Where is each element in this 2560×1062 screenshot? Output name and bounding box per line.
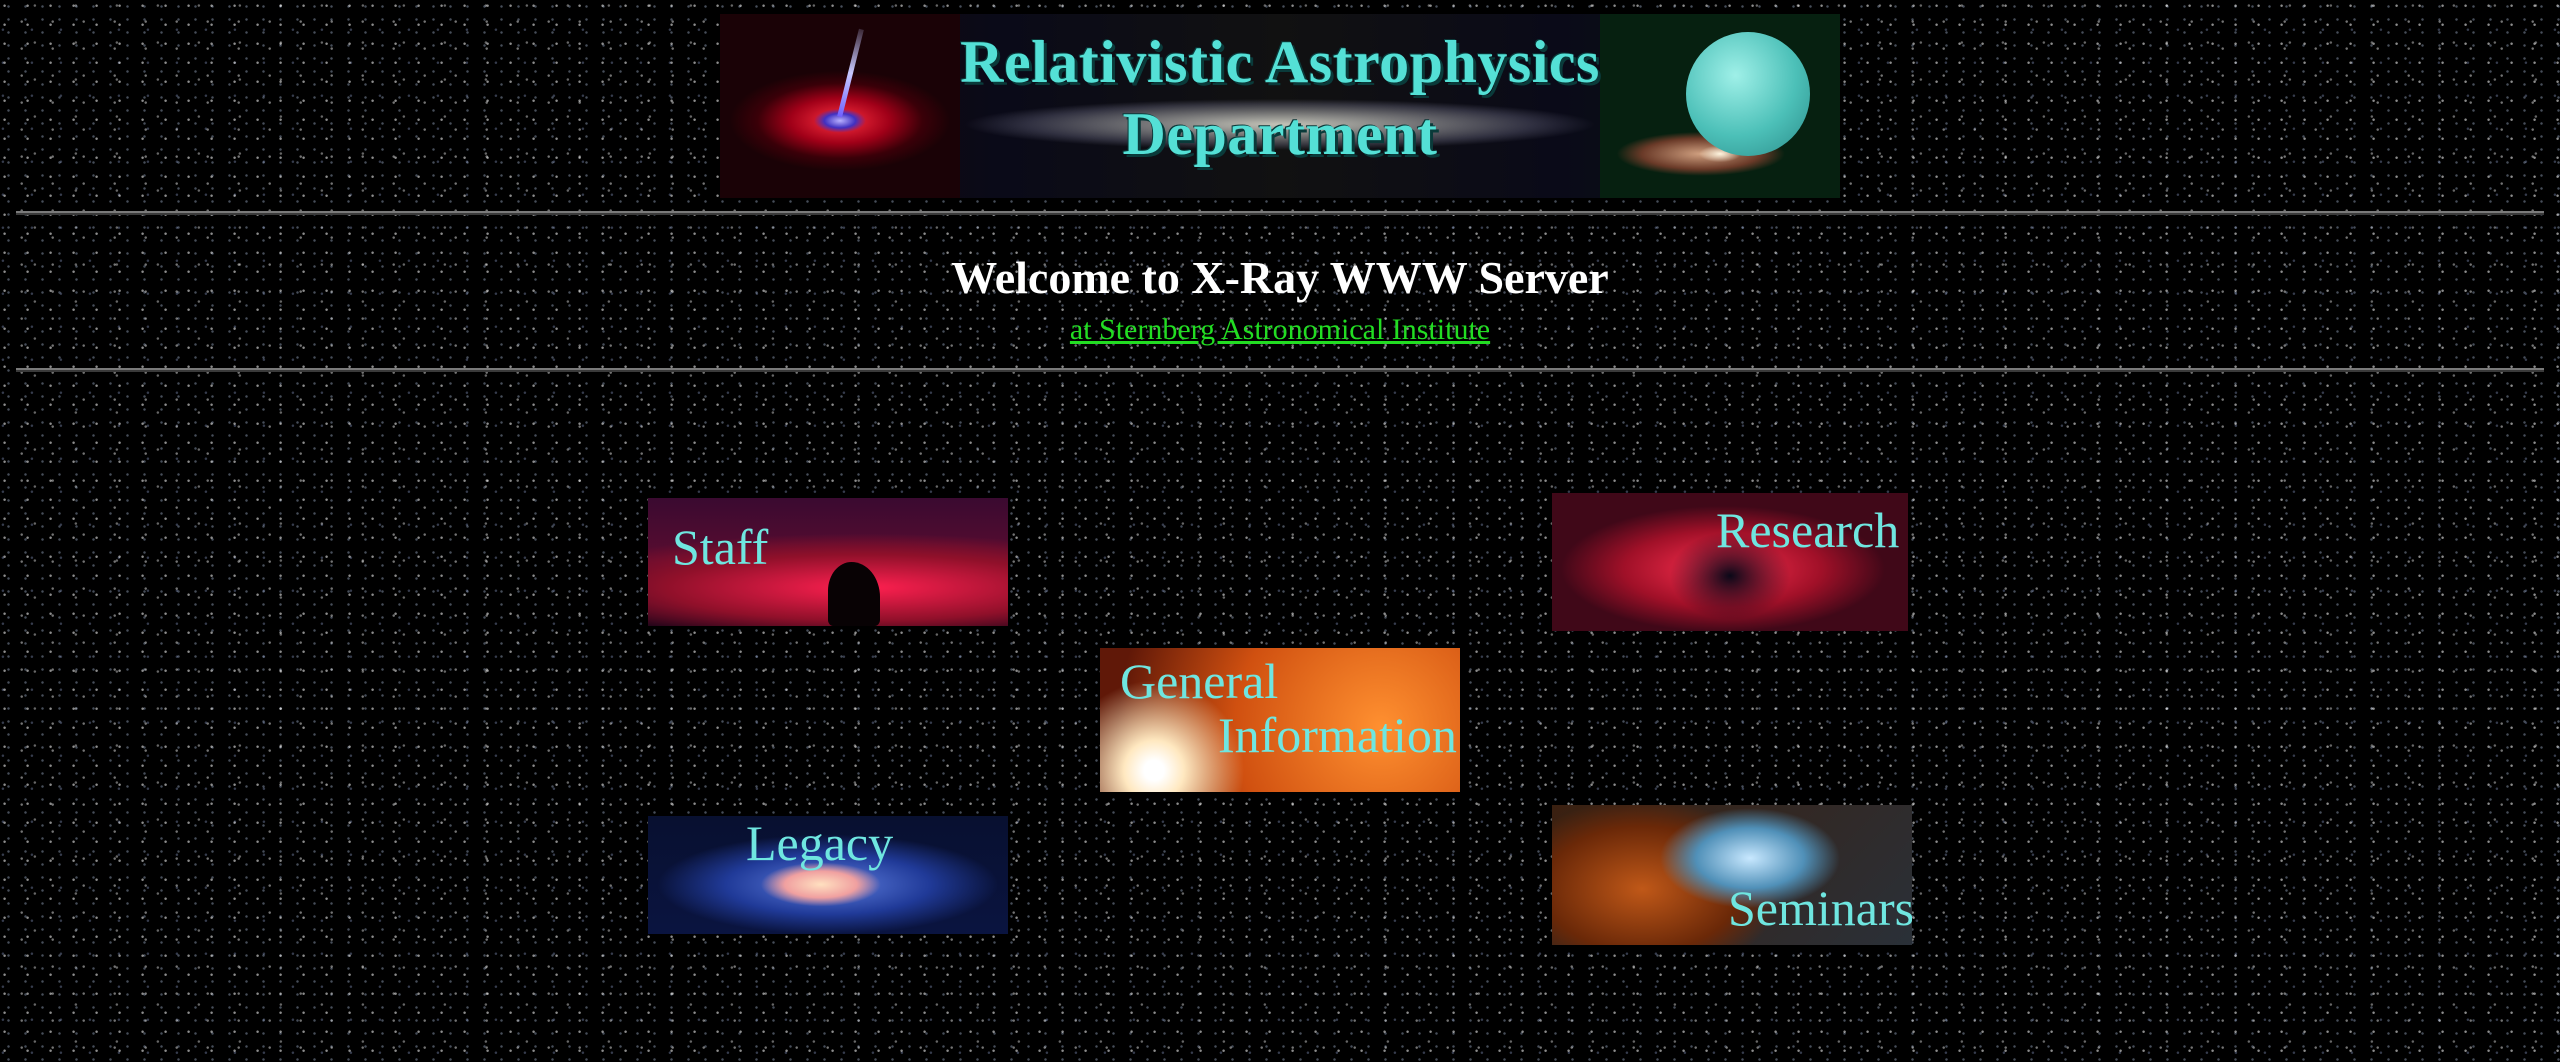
research-label: Research	[1716, 502, 1900, 558]
page-body: { "header": { "banner_title_line1": "Rel…	[0, 0, 2560, 1062]
general-label: General	[1120, 653, 1279, 709]
legacy-label: Legacy	[746, 816, 894, 871]
horsehead-nebula-silhouette	[828, 562, 880, 626]
banner-title-line1: Relativistic Astrophysics	[960, 29, 1600, 95]
staff-link[interactable]: Staff	[648, 498, 1008, 626]
institute-link[interactable]: at Sternberg Astronomical Institute	[1070, 313, 1490, 346]
seminars-link[interactable]: Seminars	[1552, 805, 1912, 945]
divider-top	[16, 211, 2544, 215]
legacy-link[interactable]: Legacy	[648, 816, 1008, 934]
seminars-label: Seminars	[1728, 880, 1912, 936]
research-link[interactable]: Research	[1552, 493, 1908, 631]
banner-title: Relativistic Astrophysics Department	[720, 26, 1840, 170]
department-banner: Relativistic Astrophysics Department	[720, 14, 1840, 198]
general-information-link[interactable]: General Information	[1100, 648, 1460, 792]
institute-link-container: at Sternberg Astronomical Institute	[0, 310, 2560, 350]
banner-title-line2: Department	[1122, 101, 1438, 167]
information-label: Information	[1218, 707, 1457, 763]
divider-bottom	[16, 368, 2544, 372]
welcome-heading: Welcome to X-Ray WWW Server	[951, 252, 1609, 303]
staff-label: Staff	[672, 519, 769, 575]
